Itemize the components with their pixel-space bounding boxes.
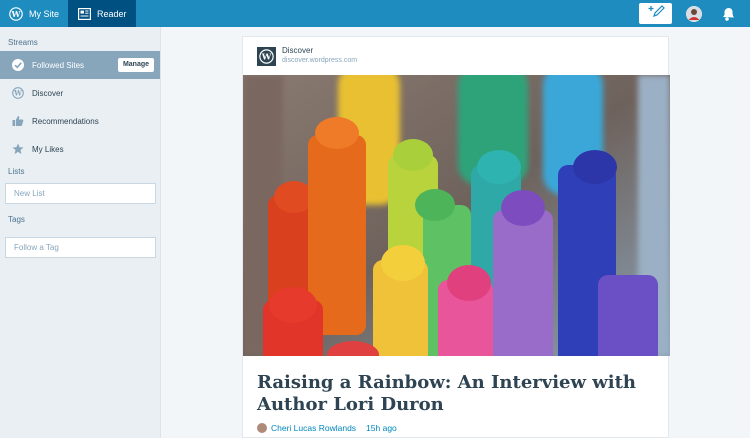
post-title[interactable]: Raising a Rainbow: An Interview with Aut… xyxy=(243,356,653,416)
sidebar-item-discover[interactable]: W Discover xyxy=(0,79,160,107)
featured-image[interactable] xyxy=(243,75,670,356)
star-icon xyxy=(12,143,24,155)
post-card[interactable]: W Discover discover.wordpress.com Raisin… xyxy=(242,36,670,438)
svg-text:W: W xyxy=(13,89,22,98)
post-byline: Cheri Lucas Rowlands 15h ago xyxy=(243,416,668,433)
sidebar-item-label: My Likes xyxy=(32,144,64,154)
thumbs-up-icon xyxy=(12,115,24,127)
author-avatar[interactable] xyxy=(257,423,267,433)
user-avatar[interactable] xyxy=(686,5,702,22)
tags-heading: Tags xyxy=(8,215,25,224)
my-site-label: My Site xyxy=(29,8,60,19)
reader-tab[interactable]: Reader xyxy=(68,0,136,27)
site-header[interactable]: W Discover discover.wordpress.com xyxy=(243,37,668,75)
sidebar-item-recommendations[interactable]: Recommendations xyxy=(0,107,160,135)
write-post-button[interactable] xyxy=(639,3,672,24)
sidebar-item-my-likes[interactable]: My Likes xyxy=(0,135,160,163)
wordpress-logo-icon: W xyxy=(9,6,23,21)
reader-icon xyxy=(77,7,91,21)
wordpress-icon: W xyxy=(12,87,24,99)
author-link[interactable]: Cheri Lucas Rowlands xyxy=(271,423,356,433)
sidebar-item-label: Recommendations xyxy=(32,116,99,126)
svg-text:W: W xyxy=(11,9,22,19)
sidebar-item-label: Discover xyxy=(32,88,64,98)
my-site-tab[interactable]: W My Site xyxy=(0,0,68,27)
post-time-link[interactable]: 15h ago xyxy=(366,423,397,433)
new-list-input[interactable]: New List xyxy=(5,183,156,204)
manage-button[interactable]: Manage xyxy=(117,58,154,72)
streams-heading: Streams xyxy=(8,38,38,47)
follow-tag-input[interactable]: Follow a Tag xyxy=(5,237,156,258)
pencil-plus-icon xyxy=(647,4,665,23)
reader-sidebar: Streams Followed Sites Manage W Discover… xyxy=(0,27,161,438)
notifications-bell-icon[interactable] xyxy=(720,6,736,22)
masterbar: W My Site Reader xyxy=(0,0,750,27)
lists-heading: Lists xyxy=(8,167,25,176)
site-name[interactable]: Discover xyxy=(282,46,357,56)
checkmark-icon xyxy=(12,59,24,71)
reader-label: Reader xyxy=(97,8,127,19)
sidebar-item-label: Followed Sites xyxy=(32,60,85,70)
svg-text:W: W xyxy=(261,52,272,62)
site-url[interactable]: discover.wordpress.com xyxy=(282,56,357,66)
site-logo-icon: W xyxy=(257,46,276,66)
sidebar-item-followed-sites[interactable]: Followed Sites Manage xyxy=(0,51,160,79)
